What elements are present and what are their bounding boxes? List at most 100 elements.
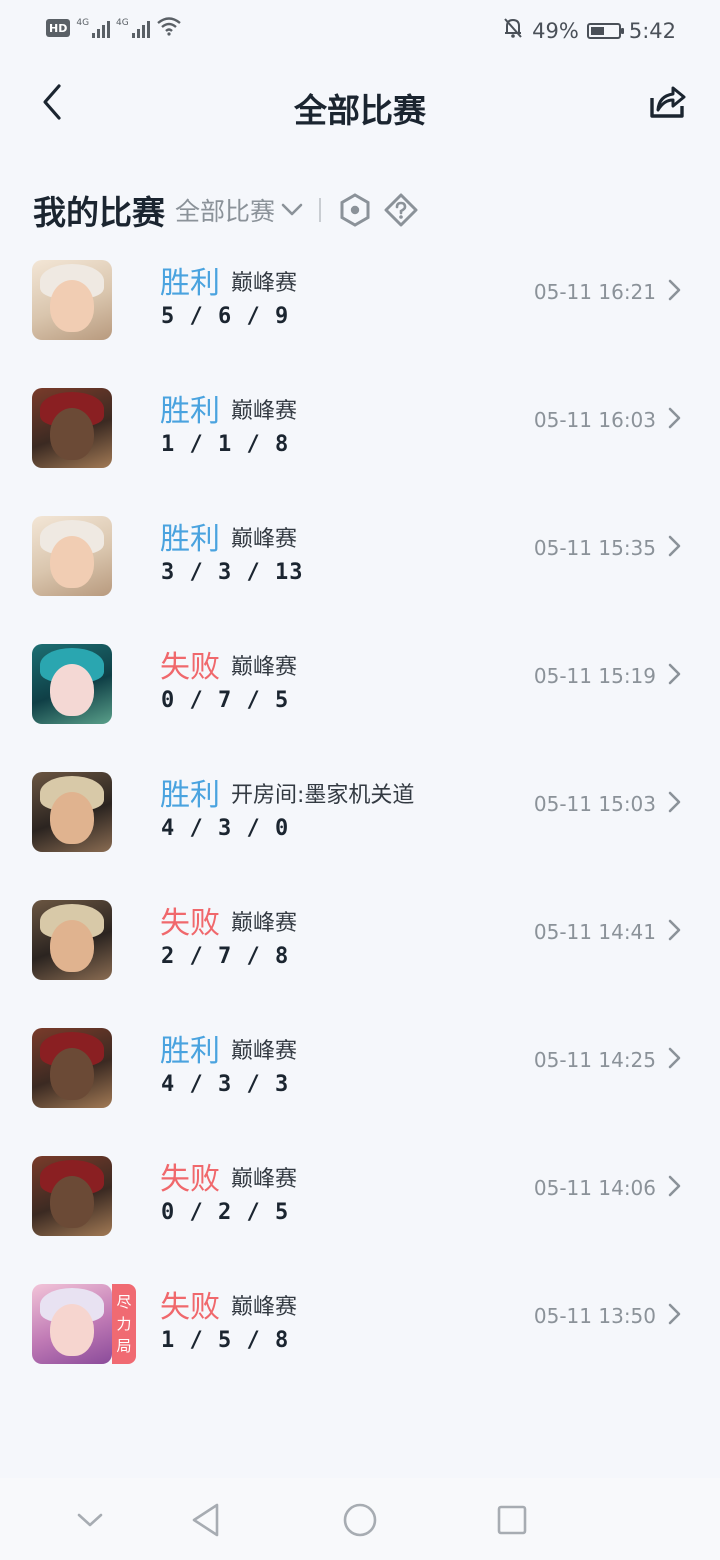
network-label-1: 4G [76,18,90,28]
hero-avatar [32,900,112,980]
match-result: 胜利 [160,266,220,301]
chevron-right-icon [668,535,681,557]
nav-home-icon [343,1503,377,1537]
chevron-right-icon [668,1047,681,1069]
match-row[interactable]: 胜利 巅峰赛 1 / 1 / 8 05-11 16:03 [0,358,720,486]
network-label-2: 4G [116,18,129,28]
match-time: 05-11 14:06 [533,1176,656,1200]
chevron-right-icon [668,919,681,941]
match-time: 05-11 15:19 [533,664,656,688]
match-result: 失败 [160,906,220,941]
match-result: 胜利 [160,522,220,557]
status-left: HD 4G 4G [46,16,182,40]
match-time: 05-11 16:03 [533,408,656,432]
match-result: 失败 [160,650,220,685]
page-title: 全部比赛 [294,91,426,130]
match-list: 尽 力 局失败巅峰赛2 / 4 / 1405-11 16:54胜利巅峰赛5 / … [0,230,720,1382]
match-row[interactable]: 失败 巅峰赛 0 / 7 / 5 05-11 15:19 [0,614,720,742]
hero-avatar [32,1028,112,1108]
help-diamond-icon [384,193,418,227]
match-mode: 巅峰赛 [231,399,298,424]
match-result: 胜利 [160,1034,220,1069]
help-button[interactable] [383,192,419,228]
share-button[interactable] [646,80,690,124]
match-row[interactable]: 胜利 巅峰赛 3 / 3 / 13 05-11 15:35 [0,486,720,614]
match-time: 05-11 15:03 [533,792,656,816]
hexagon-button[interactable] [337,192,373,228]
hero-avatar [32,1284,112,1364]
match-mode: 巅峰赛 [231,271,298,296]
chevron-right-icon [668,1303,681,1325]
match-result: 胜利 [160,394,220,429]
kda-score: 2 / 7 / 8 [161,944,290,969]
hero-avatar [32,772,112,852]
chevron-right-icon [668,1175,681,1197]
match-mode: 巅峰赛 [231,527,298,552]
battery-percent: 49% [532,18,579,43]
chevron-down-icon [281,203,303,216]
status-right: 49% 5:42 [502,16,676,45]
filter-value: 全部比赛 [175,197,276,226]
match-row[interactable]: 胜利 巅峰赛 5 / 6 / 9 05-11 16:21 [0,230,720,358]
app-header: 全部比赛 [0,60,720,150]
match-row[interactable]: 失败 巅峰赛 2 / 7 / 8 05-11 14:41 [0,870,720,998]
match-row[interactable]: 尽 力 局失败 巅峰赛 1 / 5 / 8 05-11 13:50 [0,1254,720,1382]
kda-score: 4 / 3 / 0 [161,816,290,841]
hero-avatar [32,260,112,340]
hexagon-icon [340,193,370,227]
hero-avatar [32,388,112,468]
section-header: 我的比赛 全部比赛 [0,182,720,238]
kda-score: 0 / 7 / 5 [161,688,290,713]
match-row[interactable]: 胜利 开房间:墨家机关道 4 / 3 / 0 05-11 15:03 [0,742,720,870]
chevron-right-icon [668,663,681,685]
mute-bell-icon [502,16,524,45]
match-result: 失败 [160,1290,220,1325]
clock-time: 5:42 [628,18,676,43]
nav-home-button[interactable] [338,1498,382,1542]
nav-back-icon [192,1503,219,1537]
match-mode: 巅峰赛 [231,1167,298,1192]
nav-recents-icon [497,1505,527,1535]
system-nav-bar [0,1478,720,1560]
nav-collapse-icon [77,1513,103,1527]
kda-score: 5 / 6 / 9 [161,304,290,329]
match-row[interactable]: 失败 巅峰赛 0 / 2 / 5 05-11 14:06 [0,1126,720,1254]
signal-icon: 4G [76,18,111,38]
battery-icon [586,22,624,39]
status-bar: HD 4G 4G 49% 5:42 [0,0,720,60]
nav-recents-button[interactable] [490,1498,534,1542]
match-row[interactable]: 胜利 巅峰赛 4 / 3 / 3 05-11 14:25 [0,998,720,1126]
match-mode: 巅峰赛 [231,911,298,936]
kda-score: 3 / 3 / 13 [161,560,304,585]
chevron-right-icon [668,791,681,813]
chevron-right-icon [668,279,681,301]
hero-avatar [32,516,112,596]
match-result: 失败 [160,1162,220,1197]
wifi-icon [156,16,182,40]
nav-collapse-button[interactable] [68,1498,112,1542]
kda-score: 0 / 2 / 5 [161,1200,290,1225]
kda-score: 1 / 1 / 8 [161,432,290,457]
match-filter-dropdown[interactable]: 全部比赛 [175,192,303,228]
match-time: 05-11 14:25 [533,1048,656,1072]
jinli-badge: 尽 力 局 [112,1284,136,1364]
hero-avatar [32,644,112,724]
match-list-viewport[interactable]: 尽 力 局失败巅峰赛2 / 4 / 1405-11 16:54胜利巅峰赛5 / … [0,230,720,1478]
hd-badge: HD [46,19,71,37]
chevron-right-icon [668,407,681,429]
match-time: 05-11 13:50 [533,1304,656,1328]
share-icon [650,86,686,118]
match-time: 05-11 14:41 [533,920,656,944]
match-time: 05-11 16:21 [533,280,656,304]
signal-icon: 4G [116,18,150,38]
match-mode: 巅峰赛 [231,1039,298,1064]
battery-fill [590,26,604,35]
match-result: 胜利 [160,778,220,813]
kda-score: 1 / 5 / 8 [161,1328,290,1353]
match-time: 05-11 15:35 [533,536,656,560]
nav-back-button[interactable] [184,1498,228,1542]
section-title: 我的比赛 [33,193,165,232]
hero-avatar [32,1156,112,1236]
match-mode: 巅峰赛 [231,1295,298,1320]
kda-score: 4 / 3 / 3 [161,1072,290,1097]
